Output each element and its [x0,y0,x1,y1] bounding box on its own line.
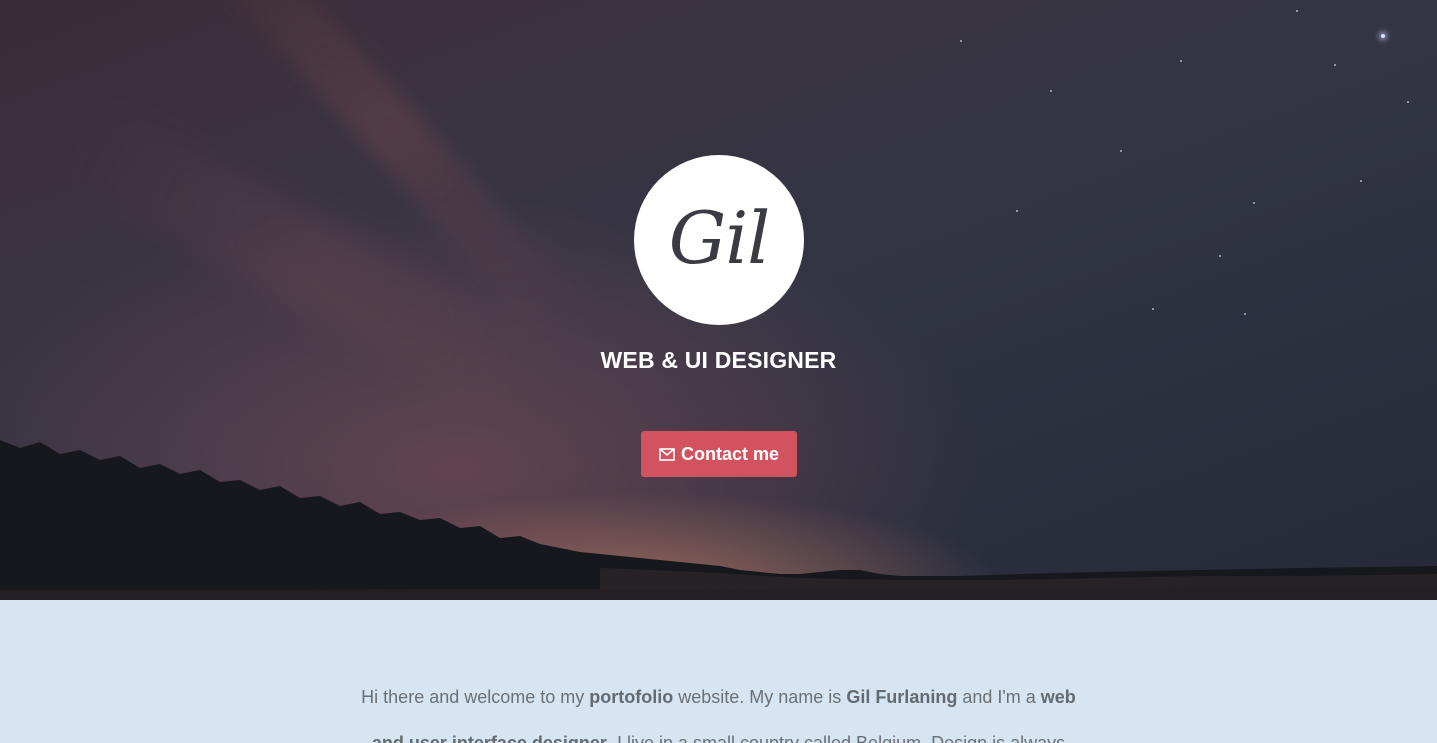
about-text-segment: website. My name is [673,687,847,707]
star [1407,101,1409,103]
star [1381,34,1385,38]
star [1219,255,1221,257]
about-name-highlight: Gil Furlaning [846,687,958,707]
star [1050,90,1052,92]
star [1360,180,1362,182]
star [1016,210,1018,212]
contact-me-button[interactable]: Contact me [641,431,797,477]
tagline: WEB & UI DESIGNER [600,347,837,373]
about-section: Hi there and welcome to my portofolio we… [0,600,1437,743]
envelope-icon [659,447,675,461]
about-portfolio-highlight: portofolio [589,687,674,707]
star [1253,202,1255,204]
about-text-segment: Hi there and welcome to my [361,687,590,707]
logo-circle[interactable]: Gil [634,155,804,325]
star [1120,150,1122,152]
about-paragraph: Hi there and welcome to my portofolio we… [350,674,1087,743]
contact-me-label: Contact me [680,443,779,464]
star [1152,308,1154,310]
hero-section: Gil WEB & UI DESIGNER Contact me [0,0,1437,600]
star [1180,60,1182,62]
star [1296,10,1298,12]
star [960,40,962,42]
star [1334,64,1336,66]
logo-text: Gil [668,196,771,280]
star [1244,313,1246,315]
about-text-segment: . I live in a small country called Belgi… [606,733,1066,743]
about-text-segment: and I'm a [957,687,1041,707]
